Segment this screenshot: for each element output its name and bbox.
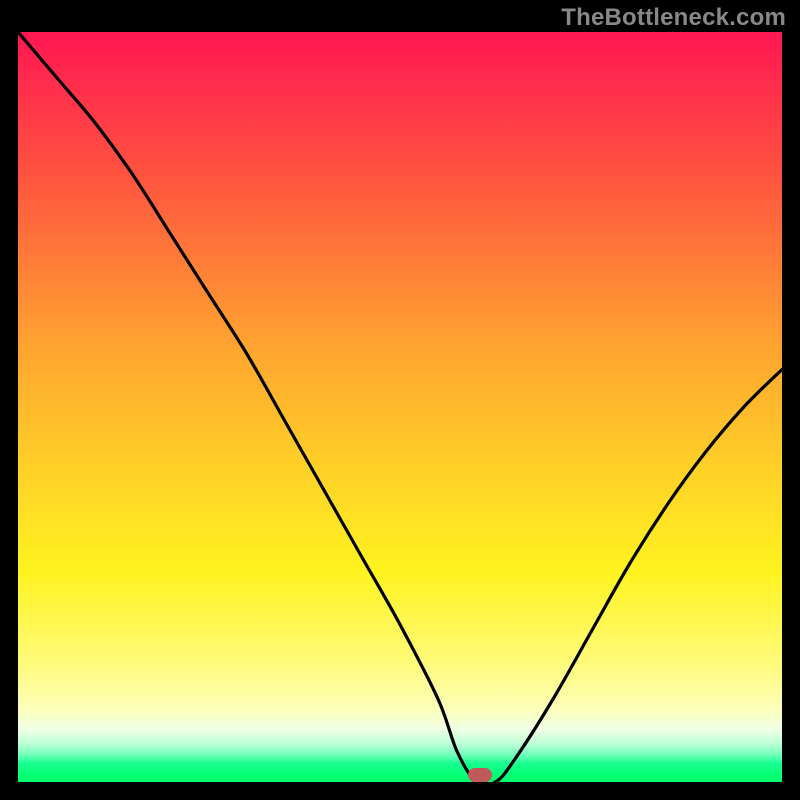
optimal-marker [468, 768, 492, 782]
bottleneck-curve [18, 32, 782, 782]
chart-frame: TheBottleneck.com [0, 0, 800, 800]
plot-area [18, 32, 782, 782]
watermark-label: TheBottleneck.com [561, 4, 786, 32]
curve-layer [18, 32, 782, 782]
